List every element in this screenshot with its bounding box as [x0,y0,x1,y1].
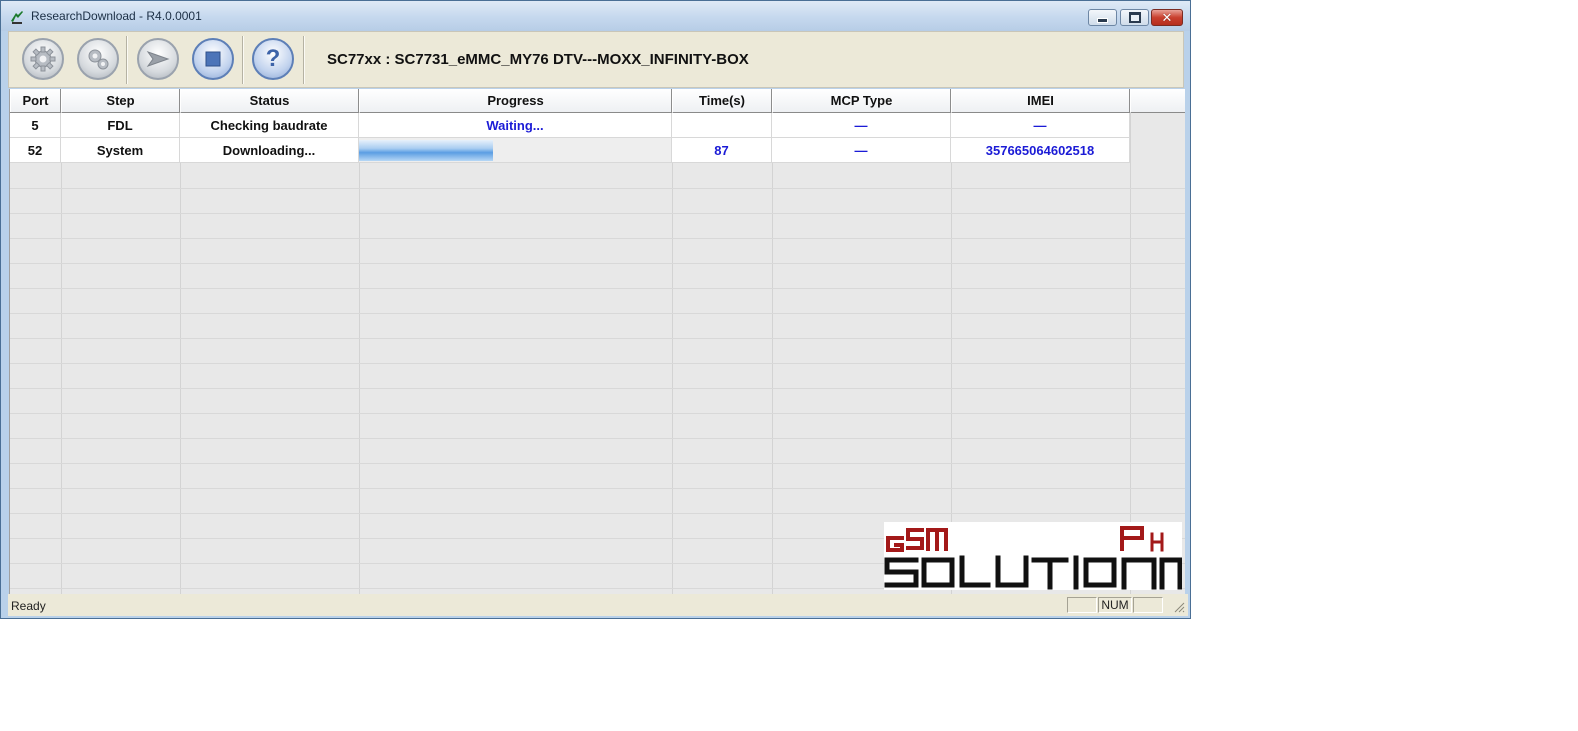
gears-icon [88,49,109,70]
watermark-logo [884,522,1183,590]
grid-line [10,288,1185,289]
close-icon: ✕ [1161,10,1173,25]
column-header-progress[interactable]: Progress [359,89,672,112]
close-button[interactable]: ✕ [1151,9,1183,26]
cell-step: System [61,138,180,163]
cell-step: FDL [61,113,180,138]
grid-line [359,112,360,594]
minimize-button[interactable] [1088,9,1117,26]
grid-line [772,112,773,594]
question-icon: ? [265,45,281,72]
status-indicator-num: NUM [1098,597,1132,613]
grid-line [180,112,181,594]
cell-mcp-type: — [772,138,951,163]
status-bar: Ready NUM [8,594,1188,616]
column-header-mcp-type[interactable]: MCP Type [772,89,951,112]
table-row[interactable]: 5 FDL Checking baudrate Waiting... — — [10,113,1130,138]
grid-line [10,488,1185,489]
device-label: SC77xx : SC7731_eMMC_MY76 DTV---MOXX_INF… [327,51,749,68]
title-bar[interactable]: ResearchDownload - R4.0.0001 ✕ [1,1,1190,31]
stop-square-icon [205,51,221,67]
toolbar: ? SC77xx : SC7731_eMMC_MY76 DTV---MOXX_I… [8,31,1184,88]
column-header-filler [1130,89,1185,112]
minimize-icon [1097,18,1108,23]
grid-line [10,388,1185,389]
table-row[interactable]: 52 System Downloading... 87 — 3576650646… [10,138,1130,163]
toolbar-separator [242,36,244,84]
cell-mcp-type: — [772,113,951,138]
status-indicator-scroll [1133,597,1163,613]
grid-line [10,363,1185,364]
play-arrow-icon [146,51,170,67]
app-icon [11,11,23,24]
list-header: Port Step Status Progress Time(s) MCP Ty… [10,89,1185,113]
maximize-button[interactable] [1120,9,1149,26]
column-header-time[interactable]: Time(s) [672,89,772,112]
cell-time: 87 [672,138,772,163]
toolbar-separator [303,36,305,84]
cell-progress: Waiting... [359,113,672,138]
grid-line [10,263,1185,264]
status-indicator-caps [1067,597,1097,613]
grid-line [10,438,1185,439]
cell-imei: 357665064602518 [951,138,1130,163]
help-button[interactable]: ? [252,38,294,80]
progress-bar-fill [359,140,494,161]
cell-port: 5 [10,113,61,138]
toolbar-separator [126,36,128,84]
resize-grip-icon[interactable] [1173,601,1185,613]
grid-line [10,313,1185,314]
cell-status: Downloading... [180,138,359,163]
grid-line [10,238,1185,239]
column-header-status[interactable]: Status [180,89,359,112]
cell-progress [359,138,672,163]
watermark-image [884,526,1183,590]
status-text: Ready [11,599,46,613]
cell-port: 52 [10,138,61,163]
grid-line [10,463,1185,464]
cell-status: Checking baudrate [180,113,359,138]
column-header-step[interactable]: Step [61,89,180,112]
start-button[interactable] [137,38,179,80]
grid-line [10,413,1185,414]
grid-line [61,112,62,594]
cell-imei: — [951,113,1130,138]
column-header-port[interactable]: Port [10,89,61,112]
stop-button[interactable] [192,38,234,80]
port-list[interactable]: Port Step Status Progress Time(s) MCP Ty… [9,89,1185,594]
grid-line [10,513,1185,514]
maximize-icon [1128,12,1141,23]
settings-button[interactable] [22,38,64,80]
advanced-settings-button[interactable] [77,38,119,80]
grid-line [672,112,673,594]
cell-time [672,113,772,138]
column-header-imei[interactable]: IMEI [951,89,1130,112]
grid-line [10,338,1185,339]
grid-line [10,213,1185,214]
gear-icon [30,46,56,72]
window-title: ResearchDownload - R4.0.0001 [31,9,202,23]
grid-line [10,188,1185,189]
